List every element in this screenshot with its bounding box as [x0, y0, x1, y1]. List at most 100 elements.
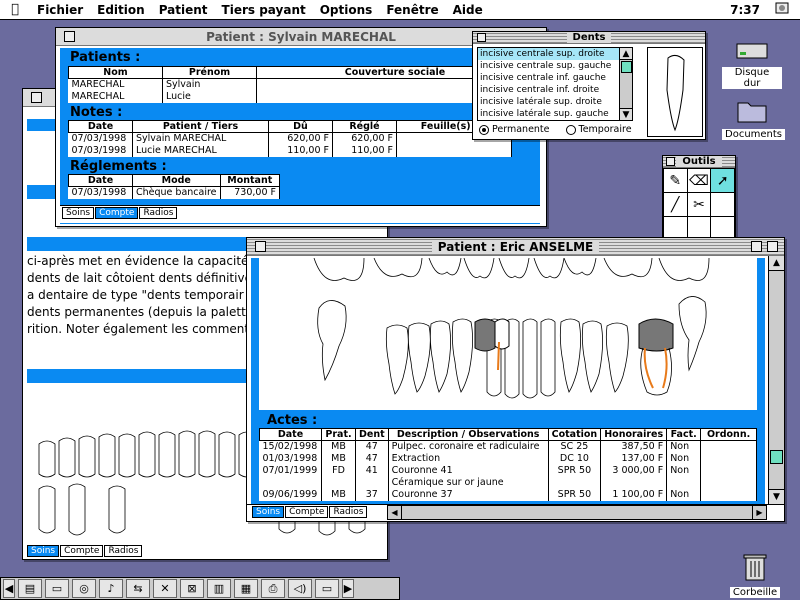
- tab-compte[interactable]: Compte: [285, 506, 329, 518]
- list-item[interactable]: incisive centrale inf. droite: [478, 84, 632, 96]
- close-box-icon[interactable]: [666, 157, 675, 166]
- close-box-icon[interactable]: [477, 33, 486, 42]
- forceps-icon[interactable]: ✂: [686, 192, 712, 217]
- arrow-pointer-icon[interactable]: ➚: [710, 168, 735, 193]
- apple-menu-icon[interactable]: : [0, 2, 30, 17]
- tab-soins[interactable]: Soins: [252, 506, 285, 518]
- tape-icon[interactable]: ▭: [315, 579, 339, 598]
- dents-palette[interactable]: Dents incisive centrale sup. droite inci…: [472, 31, 706, 140]
- printer-icon[interactable]: ⎙: [261, 579, 285, 598]
- outils-titlebar[interactable]: Outils: [663, 156, 735, 168]
- tab-radios[interactable]: Radios: [139, 207, 178, 219]
- scroll-down-icon[interactable]: ▼: [620, 108, 632, 120]
- close-box-icon[interactable]: [64, 31, 75, 42]
- table-row[interactable]: 07/03/1998 Sylvain MARECHAL 620,00 F 620,00…: [68, 132, 512, 145]
- radio-permanent[interactable]: Permanente: [479, 124, 550, 135]
- dents-titlebar[interactable]: Dents: [473, 32, 705, 44]
- pencil-icon[interactable]: ✎: [663, 168, 688, 193]
- scroll-left-icon[interactable]: ◀: [388, 506, 402, 519]
- tab-soins[interactable]: Soins: [27, 545, 60, 557]
- dental-chart[interactable]: [259, 258, 757, 410]
- radio-temporary[interactable]: Temporaire: [565, 124, 632, 135]
- dental-probe-icon[interactable]: ╱: [663, 192, 688, 217]
- scroll-thumb[interactable]: [621, 61, 632, 73]
- tab-compte[interactable]: Compte: [60, 545, 104, 557]
- tooth-preview: [647, 47, 703, 137]
- table-row[interactable]: 07/03/1998 Lucie MARECHAL 110,00 F 110,00 F: [68, 144, 512, 157]
- patients-heading: Patients :: [70, 50, 141, 65]
- apple-menu-strip-icon[interactable]: ▤: [18, 579, 42, 598]
- zoom-box-icon[interactable]: [751, 241, 762, 252]
- table-row[interactable]: 09/06/1999 MB 37 Couronne 37 SPR 50 1 100,00 …: [259, 488, 757, 501]
- clock[interactable]: 7:37: [730, 3, 760, 17]
- resolution-icon[interactable]: ▦: [234, 579, 258, 598]
- menu-tiers-payant[interactable]: Tiers payant: [215, 3, 313, 17]
- network-icon[interactable]: ⊠: [180, 579, 204, 598]
- tooth-list-scrollbar[interactable]: ▲ ▼: [619, 48, 632, 120]
- notes-table: Date Patient / Tiers Dû Réglé Feuille(s) de …: [68, 120, 512, 157]
- strip-collapse-left-icon[interactable]: ◀: [3, 579, 15, 598]
- documents-folder-icon[interactable]: Documents: [722, 98, 786, 140]
- menu-edition[interactable]: Edition: [90, 3, 152, 17]
- scroll-thumb[interactable]: [770, 450, 783, 464]
- dents-title: Dents: [566, 32, 612, 43]
- trash-icon[interactable]: Corbeille: [725, 552, 785, 598]
- table-row[interactable]: 15/02/1998 MB 47 Pulpec. coronaire et radic…: [259, 440, 757, 453]
- menu-fenetre[interactable]: Fenêtre: [379, 3, 445, 17]
- menu-options[interactable]: Options: [313, 3, 380, 17]
- list-item[interactable]: incisive latérale sup. droite: [478, 96, 632, 108]
- col-date: Date: [68, 174, 133, 187]
- scroll-up-icon[interactable]: ▲: [620, 48, 632, 60]
- empty-tool-slot[interactable]: [710, 192, 735, 217]
- table-row[interactable]: 07/01/1999 FD 41 Couronne 41 SPR 50 3 000,00 …: [259, 464, 757, 477]
- list-item[interactable]: incisive centrale inf. gauche: [478, 72, 632, 84]
- hard-disk-icon[interactable]: Disque dur: [722, 40, 782, 89]
- table-row[interactable]: Céramique sur or jaune: [259, 476, 757, 489]
- table-row[interactable]: 01/03/1998 MB 47 Extraction DC 10 137,00 F Non: [259, 452, 757, 465]
- patients-table: Nom Prénom Couverture sociale MARECHAL Sylv…: [68, 66, 534, 103]
- col-honoraires: Honoraires: [600, 428, 668, 441]
- close-box-icon[interactable]: [255, 241, 266, 252]
- list-item[interactable]: incisive centrale sup. droite: [478, 48, 632, 60]
- tab-soins[interactable]: Soins: [62, 207, 95, 219]
- scroll-right-icon[interactable]: ▶: [752, 506, 766, 519]
- volume-icon[interactable]: ◁): [288, 579, 312, 598]
- eric-vertical-scrollbar[interactable]: ▲ ▼: [768, 256, 784, 504]
- menu-patient[interactable]: Patient: [152, 3, 215, 17]
- tab-radios[interactable]: Radios: [104, 545, 143, 557]
- eric-horizontal-scrollbar[interactable]: ◀ ▶: [387, 505, 767, 520]
- col-prenom: Prénom: [162, 66, 257, 79]
- menu-fichier[interactable]: Fichier: [30, 3, 90, 17]
- list-item[interactable]: incisive latérale sup. gauche: [478, 108, 632, 120]
- tab-compte[interactable]: Compte: [95, 207, 139, 219]
- dentition-type: Permanente Temporaire: [479, 124, 632, 135]
- strip-collapse-right-icon[interactable]: ▶: [342, 579, 354, 598]
- col-praticien: Prat.: [321, 428, 356, 441]
- collapse-box-icon[interactable]: [767, 241, 778, 252]
- appletalk-icon[interactable]: ✕: [153, 579, 177, 598]
- monitor-icon[interactable]: ▭: [45, 579, 69, 598]
- eraser-icon[interactable]: ⌫: [686, 168, 712, 193]
- scroll-down-icon[interactable]: ▼: [769, 489, 784, 504]
- scroll-up-icon[interactable]: ▲: [769, 256, 784, 271]
- file-sharing-icon[interactable]: ⇆: [126, 579, 150, 598]
- patient-eric-window[interactable]: Patient : Eric ANSELME Actes: Date Prat…: [246, 237, 785, 522]
- list-item[interactable]: incisive centrale sup. gauche: [478, 60, 632, 72]
- col-patient-tiers: Patient / Tiers: [132, 120, 269, 133]
- table-row[interactable]: MARECHAL Sylvain: [68, 78, 534, 91]
- application-menu-icon[interactable]: [774, 0, 790, 19]
- table-row[interactable]: MARECHAL Lucie: [68, 90, 534, 103]
- col-ordonnance: Ordonn.: [700, 428, 757, 441]
- table-row[interactable]: 07/03/1998 Chèque bancaire 730,00 F: [68, 186, 281, 199]
- color-depth-icon[interactable]: ▥: [207, 579, 231, 598]
- menu-aide[interactable]: Aide: [446, 3, 490, 17]
- radio-on-icon: [479, 124, 489, 135]
- cd-icon[interactable]: ◎: [72, 579, 96, 598]
- speaker-icon[interactable]: ♪: [99, 579, 123, 598]
- tab-radios[interactable]: Radios: [329, 506, 368, 518]
- col-facture: Fact.: [666, 428, 702, 441]
- incisor-icon: [666, 54, 685, 132]
- eric-titlebar[interactable]: Patient : Eric ANSELME: [247, 238, 784, 256]
- close-box-icon[interactable]: [31, 92, 42, 103]
- tooth-list[interactable]: incisive centrale sup. droite incisive c…: [477, 47, 633, 121]
